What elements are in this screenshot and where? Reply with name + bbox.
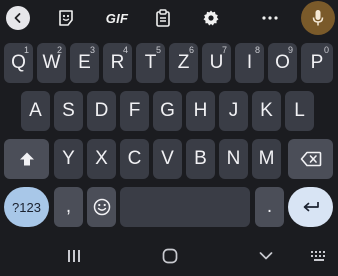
emoji-key[interactable]: [87, 187, 116, 227]
key-label: Z: [177, 52, 190, 73]
key-w[interactable]: W2: [37, 43, 66, 83]
home-icon[interactable]: [160, 247, 180, 265]
hide-keyboard-icon[interactable]: [256, 247, 276, 265]
backspace-key[interactable]: [288, 139, 333, 179]
key-m[interactable]: M: [252, 139, 281, 179]
key-t[interactable]: T5: [136, 43, 165, 83]
clipboard-icon[interactable]: [149, 4, 177, 32]
key-label: L: [294, 100, 305, 121]
key-d[interactable]: D: [87, 91, 116, 131]
period-label: .: [266, 196, 273, 217]
key-label: P: [310, 52, 324, 73]
keyboard-toolbar: GIF: [0, 0, 338, 36]
key-label: N: [226, 148, 241, 169]
key-n[interactable]: N: [219, 139, 248, 179]
comma-label: ,: [65, 196, 72, 217]
key-label: G: [160, 100, 175, 121]
key-row-4: ?123 , .: [0, 187, 338, 227]
key-a[interactable]: A: [21, 91, 50, 131]
key-h[interactable]: H: [186, 91, 215, 131]
period-key[interactable]: .: [255, 187, 284, 227]
key-label: J: [228, 100, 239, 121]
key-l[interactable]: L: [285, 91, 314, 131]
comma-key[interactable]: ,: [54, 187, 83, 227]
more-icon[interactable]: [256, 4, 284, 32]
key-label: B: [194, 148, 207, 169]
emoji-icon: [93, 198, 111, 216]
key-hint: 2: [56, 45, 62, 55]
key-label: W: [42, 52, 61, 73]
key-hint: 0: [323, 45, 329, 55]
key-label: S: [62, 100, 75, 121]
key-label: Q: [11, 52, 26, 73]
key-label: K: [260, 100, 273, 121]
key-label: H: [193, 100, 208, 121]
key-label: F: [128, 100, 141, 121]
key-k[interactable]: K: [252, 91, 281, 131]
key-f[interactable]: F: [120, 91, 149, 131]
key-p[interactable]: P0: [301, 43, 333, 83]
key-x[interactable]: X: [87, 139, 116, 179]
key-j[interactable]: J: [219, 91, 248, 131]
key-label: E: [78, 52, 91, 73]
key-label: X: [95, 148, 108, 169]
key-row-3: Y X C V B N M: [0, 139, 338, 179]
key-g[interactable]: G: [153, 91, 182, 131]
key-label: D: [94, 100, 109, 121]
sticker-icon[interactable]: [52, 4, 80, 32]
gif-icon[interactable]: GIF: [100, 4, 134, 32]
settings-icon[interactable]: [197, 4, 225, 32]
key-b[interactable]: B: [186, 139, 215, 179]
key-hint: 8: [254, 45, 260, 55]
key-label: V: [161, 148, 174, 169]
recent-apps-icon[interactable]: [64, 247, 84, 265]
key-label: C: [127, 148, 142, 169]
key-label: T: [144, 52, 157, 73]
gif-label: GIF: [105, 10, 129, 26]
key-label: M: [258, 148, 275, 169]
key-s[interactable]: S: [54, 91, 83, 131]
shift-icon: [19, 151, 35, 167]
key-c[interactable]: C: [120, 139, 149, 179]
key-q[interactable]: Q1: [4, 43, 33, 83]
key-hint: 3: [89, 45, 95, 55]
enter-key[interactable]: [288, 187, 333, 227]
key-i[interactable]: I8: [235, 43, 264, 83]
key-label: I: [246, 52, 253, 73]
key-hint: 4: [122, 45, 128, 55]
key-row-1: Q1 W2 E3 R4 T5 Z6 U7 I8 O9 P0: [0, 43, 338, 83]
key-row-2: A S D F G H J K L: [0, 91, 338, 131]
key-hint: 6: [188, 45, 194, 55]
key-label: R: [110, 52, 125, 73]
key-y[interactable]: Y: [54, 139, 83, 179]
keyboard-switch-icon[interactable]: [308, 247, 330, 265]
key-v[interactable]: V: [153, 139, 182, 179]
backspace-icon: [300, 151, 322, 167]
key-u[interactable]: U7: [202, 43, 231, 83]
enter-icon: [302, 200, 320, 214]
key-e[interactable]: E3: [70, 43, 99, 83]
key-o[interactable]: O9: [268, 43, 297, 83]
key-label: Y: [62, 148, 75, 169]
shift-key[interactable]: [4, 139, 49, 179]
navigation-bar: [0, 234, 338, 276]
key-label: A: [29, 100, 42, 121]
symbols-key[interactable]: ?123: [4, 187, 49, 227]
key-label: O: [275, 52, 290, 73]
symbols-label: ?123: [12, 199, 41, 215]
key-label: U: [209, 52, 224, 73]
key-hint: 5: [155, 45, 161, 55]
mic-icon[interactable]: [301, 1, 335, 35]
back-icon[interactable]: [6, 6, 30, 30]
key-r[interactable]: R4: [103, 43, 132, 83]
key-z[interactable]: Z6: [169, 43, 198, 83]
key-hint: 9: [287, 45, 293, 55]
key-hint: 7: [221, 45, 227, 55]
key-hint: 1: [23, 45, 29, 55]
space-bar[interactable]: [120, 187, 250, 227]
